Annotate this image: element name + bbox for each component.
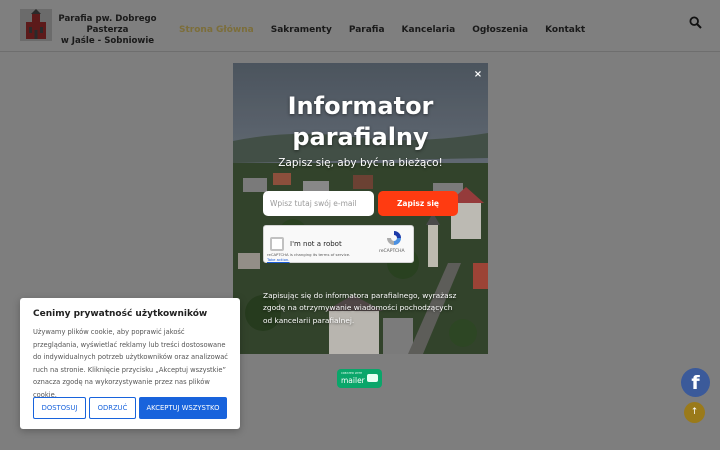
mailer-logo-icon bbox=[367, 374, 378, 382]
email-input[interactable] bbox=[263, 191, 374, 216]
church-logo-icon[interactable] bbox=[20, 9, 52, 41]
recaptcha-notice: reCAPTCHA is changing its terms of servi… bbox=[267, 252, 362, 262]
nav-item-home[interactable]: Strona Główna bbox=[179, 25, 254, 35]
recaptcha-widget: I'm not a robot reCAPTCHA reCAPTCHA is c… bbox=[263, 225, 414, 263]
brand-name[interactable]: Parafia pw. Dobrego Pasterza w Jaśle - S… bbox=[55, 14, 160, 47]
scroll-to-top-icon[interactable]: ↑ bbox=[684, 402, 705, 423]
search-icon[interactable] bbox=[689, 16, 702, 29]
modal-subtitle: Zapisz się, aby być na bieżąco! bbox=[278, 157, 443, 169]
site-header: Parafia pw. Dobrego Pasterza w Jaśle - S… bbox=[0, 0, 720, 52]
modal-consent-text: Zapisując się do informatora parafialneg… bbox=[263, 291, 457, 325]
nav-item-parish[interactable]: Parafia bbox=[349, 25, 385, 35]
recaptcha-label: I'm not a robot bbox=[290, 240, 342, 248]
subscribe-button[interactable]: Zapisz się bbox=[378, 191, 458, 216]
nav-item-contact[interactable]: Kontakt bbox=[545, 25, 585, 35]
customize-button[interactable]: DOSTOSUJ bbox=[33, 397, 86, 419]
main-nav: Strona Główna Sakramenty Parafia Kancela… bbox=[179, 25, 602, 35]
recaptcha-checkbox[interactable] bbox=[270, 237, 284, 251]
reject-button[interactable]: ODRZUĆ bbox=[89, 397, 136, 419]
mailer-badge[interactable]: CREATED WITH mailer bbox=[337, 369, 382, 388]
recaptcha-notice-link[interactable]: Take action. bbox=[267, 257, 362, 262]
mailer-name: mailer bbox=[341, 376, 365, 385]
mailer-created-with: CREATED WITH bbox=[341, 371, 363, 375]
close-icon[interactable]: × bbox=[473, 69, 483, 81]
modal-title-line-2: parafialny bbox=[292, 123, 429, 151]
newsletter-modal: × Informator parafialny Zapisz się, aby … bbox=[233, 63, 488, 354]
recaptcha-brand: reCAPTCHA bbox=[379, 249, 405, 254]
cookie-text: Używamy plików cookie, aby poprawić jako… bbox=[33, 328, 228, 399]
nav-item-sacraments[interactable]: Sakramenty bbox=[271, 25, 332, 35]
cookie-banner: Cenimy prywatność użytkowników Używamy p… bbox=[20, 298, 240, 429]
modal-title: Informator parafialny bbox=[233, 91, 488, 153]
modal-title-line-1: Informator bbox=[287, 92, 434, 120]
brand-line-1: Parafia pw. Dobrego Pasterza bbox=[58, 14, 157, 35]
accept-all-button[interactable]: AKCEPTUJ WSZYSTKO bbox=[139, 397, 227, 419]
brand-line-2: w Jaśle - Sobniowie bbox=[60, 36, 155, 46]
nav-item-announcements[interactable]: Ogłoszenia bbox=[472, 25, 528, 35]
recaptcha-logo-icon bbox=[387, 231, 401, 245]
cookie-title: Cenimy prywatność użytkowników bbox=[33, 309, 208, 319]
facebook-icon[interactable]: f bbox=[681, 368, 710, 397]
nav-item-office[interactable]: Kancelaria bbox=[402, 25, 456, 35]
